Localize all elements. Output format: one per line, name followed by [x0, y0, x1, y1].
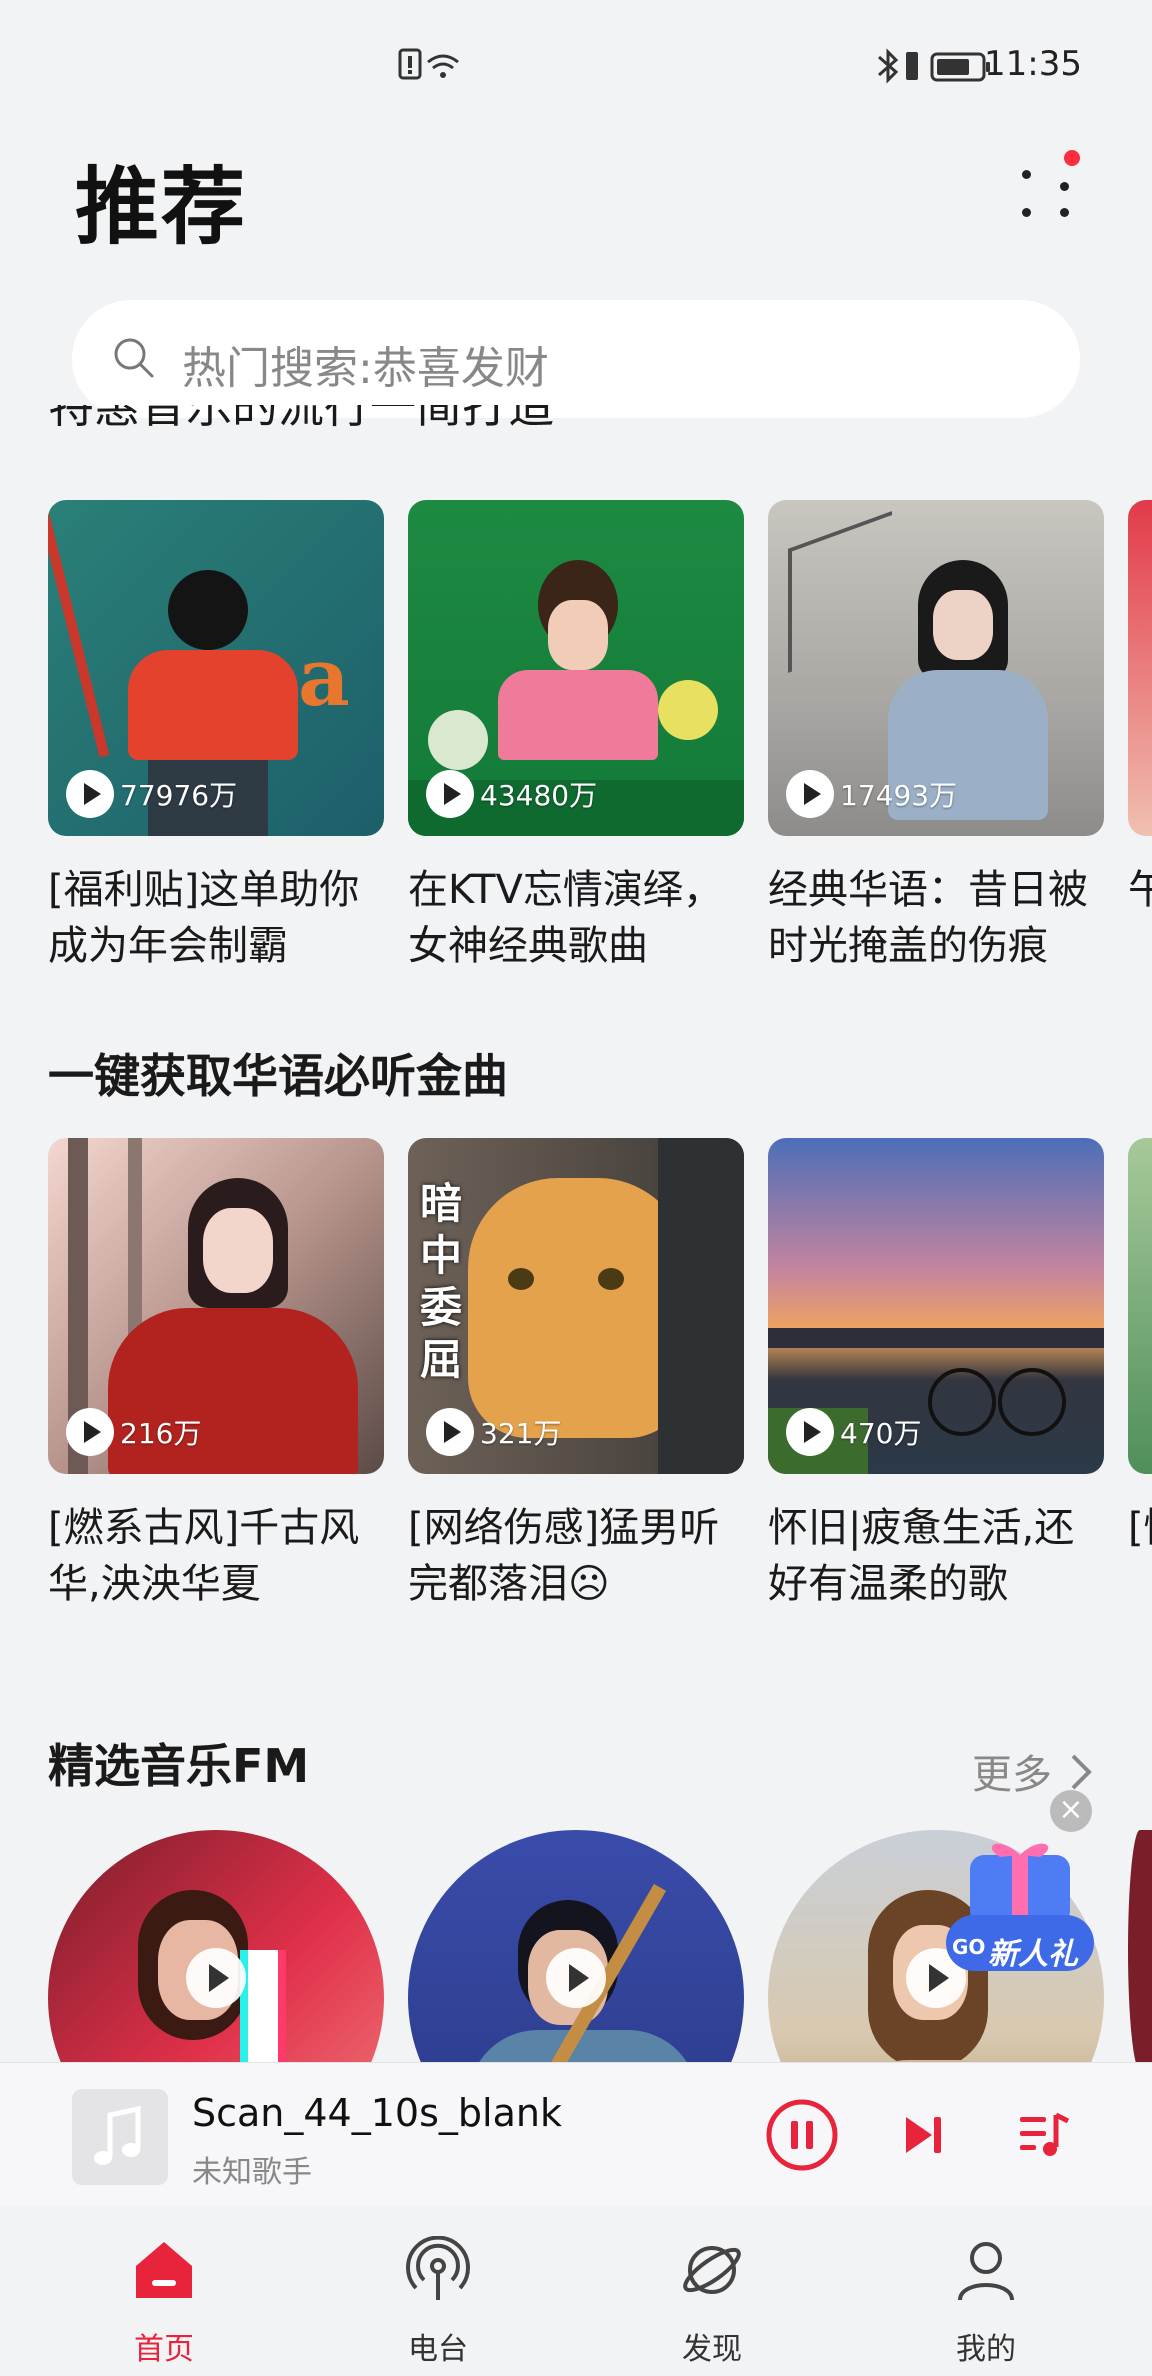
playlist-cover: 暗中委屈 321万	[408, 1138, 744, 1474]
planet-icon	[683, 2246, 741, 2294]
playlist-cover: 216万	[48, 1138, 384, 1474]
promo-tag: GO	[952, 1935, 986, 1959]
battery-icon	[930, 52, 990, 82]
playlist-title: [福利贴]这单助你成为年会制霸	[48, 867, 360, 969]
notification-dot	[1064, 150, 1080, 166]
search-bar[interactable]: 热门搜索:恭喜发财	[72, 300, 1080, 418]
person-icon	[958, 2242, 1014, 2301]
section-heading: 精选音乐FM	[48, 1739, 310, 1793]
playlist-title: 在KTV忘情演绎，女神经典歌曲	[408, 867, 723, 969]
radio-icon	[406, 2236, 470, 2300]
play-icon	[786, 1408, 834, 1456]
song-artist: 未知歌手	[192, 2155, 312, 2190]
nav-item-discover[interactable]: 发现	[612, 2206, 812, 2376]
playlist-title: [网络伤感]猛男听完都落泪☹	[408, 1505, 720, 1607]
play-icon	[426, 1408, 474, 1456]
section-heading-partial: 特惠音乐的流行一简打造	[48, 405, 554, 433]
bluetooth-icon	[878, 48, 899, 84]
play-count: 43480万	[426, 770, 597, 818]
close-promo-button[interactable]: ×	[1050, 1790, 1092, 1832]
play-icon	[426, 770, 474, 818]
playlist-queue-button[interactable]	[1016, 2109, 1072, 2161]
playlist-cover-partial[interactable]	[1128, 500, 1152, 836]
playlist-title: [燃系古风]千古风华,泱泱华夏	[48, 1505, 360, 1607]
playlist-title-partial: [情翻	[1128, 1505, 1152, 1551]
play-icon[interactable]	[546, 1948, 606, 2008]
playlist-title: 经典华语：昔日被时光掩盖的伤痕	[768, 867, 1088, 969]
play-count: 216万	[66, 1408, 201, 1456]
play-icon[interactable]	[186, 1948, 246, 2008]
playlist-card[interactable]: 43480万 在KTV忘情演绎，女神经典歌曲	[408, 500, 744, 974]
play-count: 470万	[786, 1408, 921, 1456]
mini-player[interactable]: Scan_44_10s_blank 未知歌手	[0, 2062, 1152, 2207]
playlist-title: 怀旧|疲惫生活,还好有温柔的歌	[768, 1505, 1075, 1607]
playlist-cover: a 77976万	[48, 500, 384, 836]
play-count: 321万	[426, 1408, 561, 1456]
music-note-icon	[94, 2105, 141, 2165]
play-icon	[786, 770, 834, 818]
bottom-nav: 首页 电台 发现 我的	[0, 2206, 1152, 2376]
playlist-card[interactable]: a 77976万 [福利贴]这单助你成为年会制霸	[48, 500, 384, 974]
search-placeholder: 热门搜索:恭喜发财	[182, 343, 549, 394]
nav-item-home[interactable]: 首页	[64, 2206, 264, 2376]
song-title: Scan_44_10s_blank	[192, 2091, 562, 2135]
playlist-cover: 43480万	[408, 500, 744, 836]
nav-item-radio[interactable]: 电台	[338, 2206, 538, 2376]
play-icon	[66, 770, 114, 818]
promo-label: 新人礼	[988, 1937, 1078, 1972]
cover-overlay-text: 暗中委屈	[420, 1179, 463, 1384]
playlist-card[interactable]: 216万 [燃系古风]千古风华,泱泱华夏	[48, 1138, 384, 1612]
page-title: 推荐	[75, 158, 248, 256]
next-track-button[interactable]	[900, 2111, 948, 2159]
playlist-cover: 470万	[768, 1138, 1104, 1474]
signal-wifi-icon	[398, 48, 459, 80]
pause-button[interactable]	[764, 2097, 840, 2173]
status-bar: 11:35	[0, 0, 1152, 130]
album-art	[72, 2089, 168, 2185]
playlist-cover-partial[interactable]	[1128, 1138, 1152, 1474]
chevron-right-icon	[1071, 1754, 1092, 1790]
vibrate-icon	[906, 52, 918, 80]
clock: 11:35	[984, 44, 1082, 84]
new-user-gift-promo[interactable]: GO 新人礼	[940, 1835, 1100, 1995]
nav-item-mine[interactable]: 我的	[886, 2206, 1086, 2376]
playlist-title-partial: 午华	[1128, 867, 1152, 913]
section-heading: 一键获取华语必听金曲	[48, 1049, 508, 1103]
search-icon	[114, 338, 154, 378]
play-count: 77976万	[66, 770, 237, 818]
home-icon	[136, 2242, 192, 2298]
playlist-card[interactable]: 470万 怀旧|疲惫生活,还好有温柔的歌	[768, 1138, 1104, 1612]
playlist-card[interactable]: 暗中委屈 321万 [网络伤感]猛男听完都落泪☹	[408, 1138, 744, 1612]
playlist-card[interactable]: 17493万 经典华语：昔日被时光掩盖的伤痕	[768, 500, 1104, 974]
playlist-cover: 17493万	[768, 500, 1104, 836]
play-count: 17493万	[786, 770, 957, 818]
play-icon	[66, 1408, 114, 1456]
more-menu-button[interactable]	[1010, 150, 1090, 230]
fm-station-partial[interactable]	[1128, 1830, 1152, 2070]
